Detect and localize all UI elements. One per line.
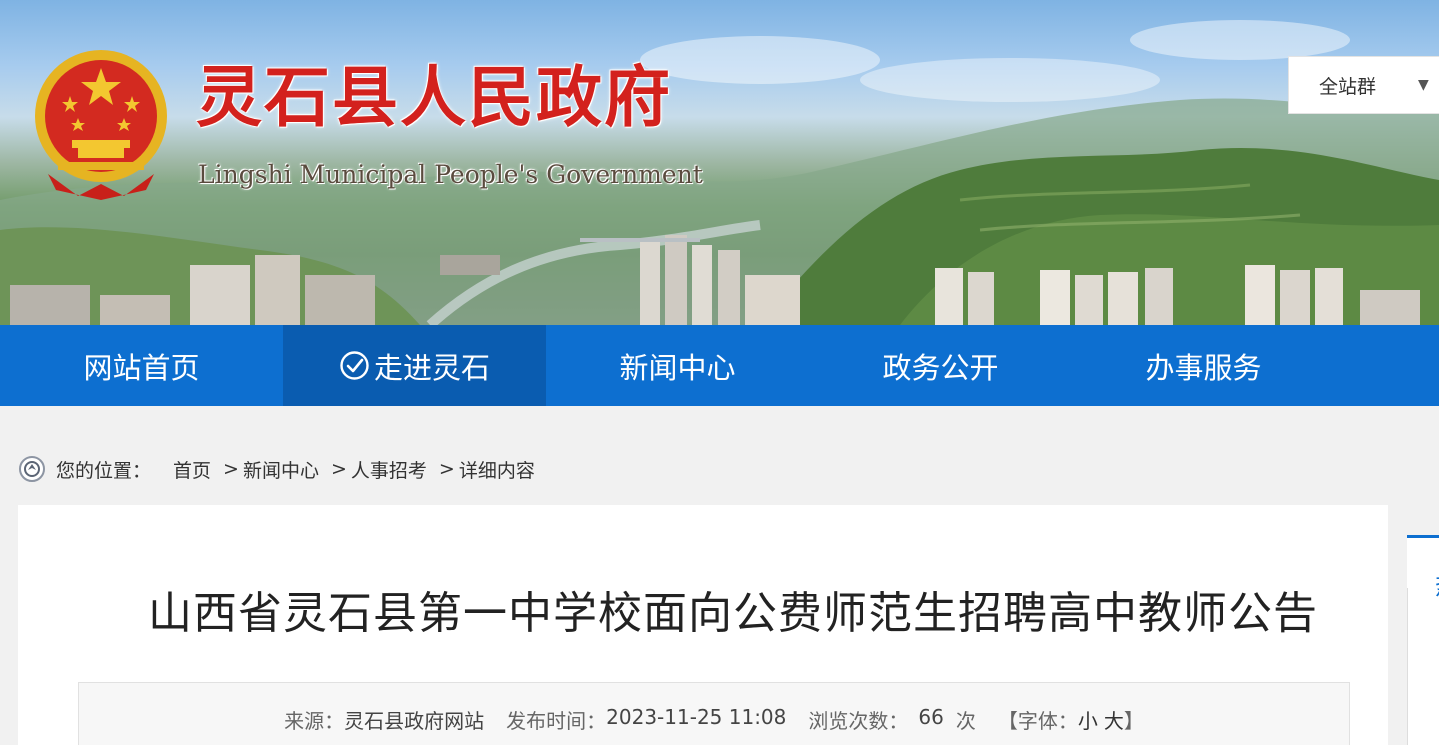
breadcrumb-prefix: 您的位置： — [56, 459, 152, 482]
source-value: 灵石县政府网站 — [344, 709, 485, 733]
sidebar-panel: 热 — [1407, 535, 1439, 745]
nav-item-label: 政务公开 — [882, 350, 999, 385]
breadcrumb-separator: > — [438, 458, 455, 480]
breadcrumb-separator: > — [223, 458, 239, 480]
breadcrumb-current: 详细内容 — [458, 459, 535, 482]
nav-item-news-center[interactable]: 新闻中心 — [546, 325, 809, 406]
nav-item-government-affairs[interactable]: 政务公开 — [809, 325, 1072, 406]
national-emblem-icon — [35, 50, 167, 200]
views-unit: 次 — [955, 709, 976, 733]
caret-down-icon: ▼ — [1418, 77, 1429, 93]
nav-item-partial[interactable]: 政 — [1335, 325, 1439, 406]
breadcrumb-separator: > — [330, 458, 347, 480]
font-size-open: 【字体： — [997, 709, 1078, 733]
nav-item-home[interactable]: 网站首页 — [0, 325, 283, 406]
article-title: 山西省灵石县第一中学校面向公费师范生招聘高中教师公告 — [148, 588, 1318, 639]
sidebar-divider — [1407, 588, 1408, 745]
header-banner: 灵石县人民政府 Lingshi Municipal People's Gover… — [0, 0, 1439, 325]
check-circle-icon — [340, 351, 369, 380]
views-count: 66 — [918, 705, 944, 729]
nav-item-label: 新闻中心 — [619, 350, 736, 385]
font-small-button[interactable]: 小 — [1078, 705, 1098, 745]
breadcrumb-recruitment-link[interactable]: 人事招考 — [351, 456, 427, 483]
site-group-label: 全站群 — [1319, 75, 1377, 98]
breadcrumb-home-link[interactable]: 首页 — [173, 456, 211, 483]
main-nav: 网站首页 走进灵石 新闻中心 政务公开 办事服务 政 — [0, 325, 1439, 406]
nav-item-services[interactable]: 办事服务 — [1072, 325, 1335, 406]
source-label: 来源： — [284, 709, 345, 733]
breadcrumb-news-link[interactable]: 新闻中心 — [243, 456, 319, 483]
breadcrumb: 您的位置： 首页 > 新闻中心 > 人事招考 > 详细内容 — [18, 455, 535, 483]
publish-time-value: 2023-11-25 11:08 — [606, 705, 787, 729]
font-size-close: 】 — [1123, 709, 1144, 733]
sidebar-heading: 热 — [1435, 566, 1439, 601]
font-large-button[interactable]: 大 — [1104, 705, 1124, 745]
site-group-dropdown[interactable]: 全站群 ▼ — [1288, 56, 1439, 114]
nav-item-label: 办事服务 — [1145, 350, 1262, 385]
nav-item-about-lingshi[interactable]: 走进灵石 — [283, 325, 546, 406]
article-meta: 来源： 灵石县政府网站 发布时间： 2023-11-25 11:08 浏览次数：… — [78, 682, 1350, 745]
location-icon — [19, 456, 45, 482]
site-title: 灵石县人民政府 — [196, 58, 672, 136]
nav-item-label: 走进灵石 — [373, 350, 490, 385]
article-panel: 山西省灵石县第一中学校面向公费师范生招聘高中教师公告 来源： 灵石县政府网站 发… — [18, 505, 1388, 745]
nav-item-label: 网站首页 — [83, 350, 200, 385]
views-label: 浏览次数： — [808, 709, 909, 733]
publish-time-label: 发布时间： — [506, 709, 607, 733]
site-title-english: Lingshi Municipal People's Government — [198, 160, 703, 189]
